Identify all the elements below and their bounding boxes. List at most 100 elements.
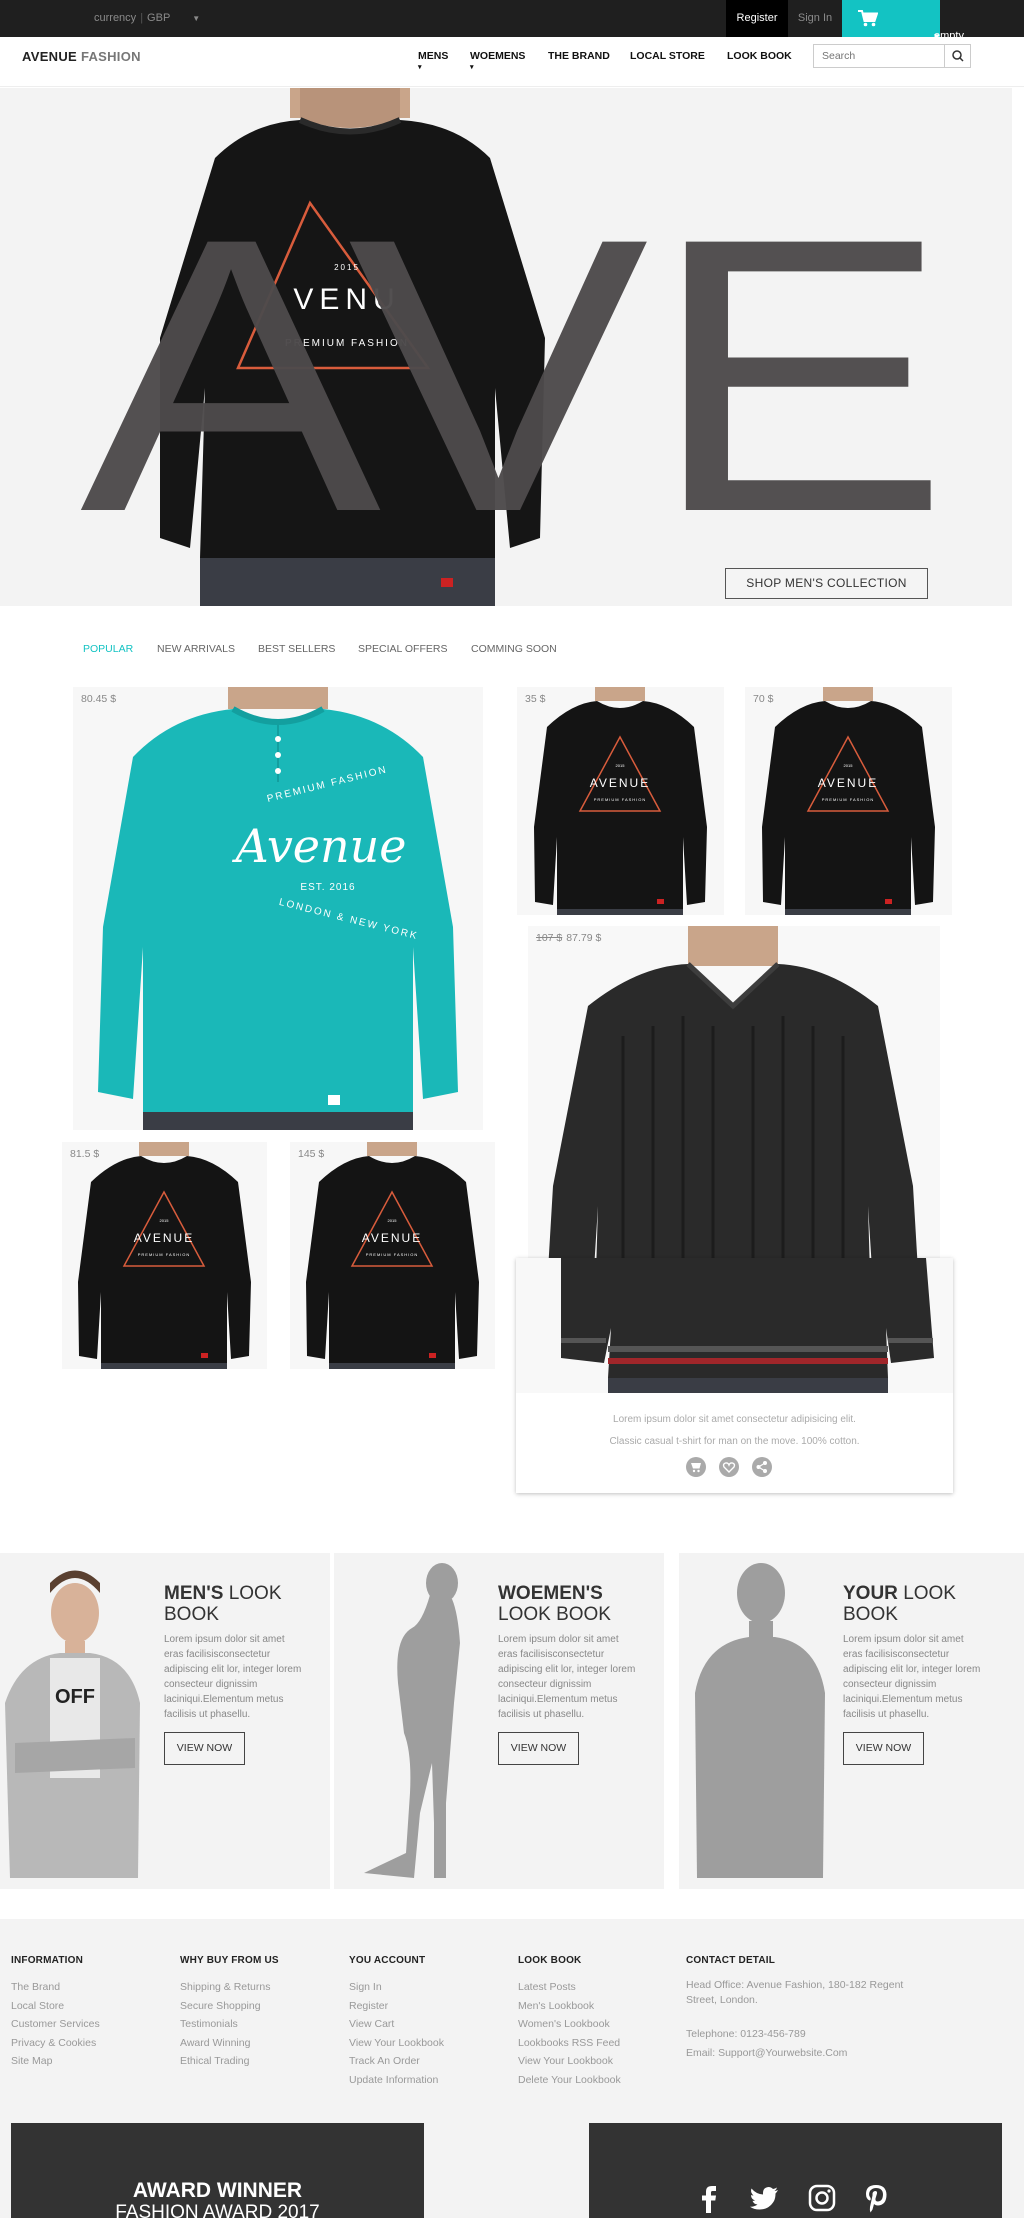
footer-link[interactable]: Latest Posts bbox=[518, 1978, 621, 1997]
footer-column-look-book: LOOK BOOK Latest Posts Men's Lookbook Wo… bbox=[518, 1955, 621, 2089]
chevron-down-icon: ▼ bbox=[192, 14, 201, 23]
womens-lookbook-panel: WOEMEN'S LOOK BOOK Lorem ipsum dolor sit… bbox=[334, 1553, 664, 1889]
footer-link[interactable]: Ethical Trading bbox=[180, 2052, 279, 2071]
footer-link[interactable]: Award Winning bbox=[180, 2034, 279, 2053]
view-womens-lookbook-button[interactable]: VIEW NOW bbox=[498, 1732, 579, 1765]
tab-best-sellers[interactable]: BEST SELLERS bbox=[258, 643, 335, 655]
svg-text:2015: 2015 bbox=[388, 1218, 398, 1223]
cart-button[interactable]: empty▾ bbox=[842, 0, 964, 43]
mens-model-image: OFF bbox=[5, 1570, 140, 1878]
svg-text:AVENUE: AVENUE bbox=[590, 776, 650, 790]
product-card[interactable]: 145 $ 2015 AVENUE PREMIUM FASHION bbox=[290, 1142, 495, 1369]
wishlist-button[interactable] bbox=[719, 1457, 739, 1477]
instagram-icon[interactable] bbox=[807, 2183, 837, 2213]
tab-special-offers[interactable]: SPECIAL OFFERS bbox=[358, 643, 447, 655]
shop-mens-collection-button[interactable]: SHOP MEN'S COLLECTION bbox=[725, 568, 928, 599]
lookbook-title: YOUR LOOK BOOK bbox=[843, 1583, 956, 1625]
footer-link[interactable]: The Brand bbox=[11, 1978, 100, 1997]
svg-text:AVENUE: AVENUE bbox=[134, 1231, 194, 1245]
svg-text:PREMIUM FASHION: PREMIUM FASHION bbox=[366, 1252, 419, 1257]
hero-big-letters: AVE bbox=[80, 157, 950, 593]
black-tee-image: 2015 AVENUE PREMIUM FASHION bbox=[78, 1142, 251, 1369]
dropdown-caret-icon: ▾ bbox=[418, 64, 422, 71]
contact-email[interactable]: Email: Support@Yourwebsite.Com bbox=[686, 2044, 906, 2063]
teal-henley-image: PREMIUM FASHION Avenue EST. 2016 LONDON … bbox=[98, 687, 458, 1130]
search-button[interactable] bbox=[944, 45, 970, 67]
currency-label: currency bbox=[94, 12, 137, 24]
pinterest-icon[interactable] bbox=[863, 2183, 889, 2213]
womens-silhouette-image bbox=[364, 1563, 460, 1878]
product-price: 145 $ bbox=[298, 1148, 325, 1160]
svg-text:PREMIUM FASHION: PREMIUM FASHION bbox=[594, 797, 647, 802]
share-button[interactable] bbox=[752, 1457, 772, 1477]
footer-link[interactable]: Privacy & Cookies bbox=[11, 2034, 100, 2053]
svg-text:PREMIUM FASHION: PREMIUM FASHION bbox=[138, 1252, 191, 1257]
footer-link[interactable]: Customer Services bbox=[11, 2015, 100, 2034]
site-logo[interactable]: AVENUE FASHION bbox=[22, 49, 141, 64]
award-banner: AWARD WINNER FASHION AWARD 2017 bbox=[11, 2123, 424, 2223]
award-title: AWARD WINNER bbox=[132, 2179, 303, 2202]
search-box bbox=[813, 44, 971, 68]
footer-link[interactable]: Secure Shopping bbox=[180, 1997, 279, 2016]
footer-link[interactable]: Site Map bbox=[11, 2052, 100, 2071]
tab-new-arrivals[interactable]: NEW ARRIVALS bbox=[157, 643, 235, 655]
cart-icon bbox=[858, 10, 878, 27]
footer-link[interactable]: Shipping & Returns bbox=[180, 1978, 279, 1997]
footer-heading: LOOK BOOK bbox=[518, 1955, 582, 1966]
nav-item-mens[interactable]: MENS ▾ bbox=[418, 50, 448, 72]
search-input[interactable] bbox=[814, 45, 942, 67]
footer-link[interactable]: Testimonials bbox=[180, 2015, 279, 2034]
product-card[interactable]: 70 $ 2015 AVENUE PREMIUM FASHION bbox=[745, 687, 952, 915]
award-subtitle: FASHION AWARD 2017 bbox=[115, 2202, 320, 2223]
twitter-icon[interactable] bbox=[749, 2183, 779, 2213]
footer-link[interactable]: Local Store bbox=[11, 1997, 100, 2016]
footer-link[interactable]: View Cart bbox=[349, 2015, 444, 2034]
view-your-lookbook-button[interactable]: VIEW NOW bbox=[843, 1732, 924, 1765]
mens-lookbook-panel: OFF MEN'S LOOK BOOK Lorem ipsum dolor si… bbox=[0, 1553, 330, 1889]
footer-link[interactable]: Update Information bbox=[349, 2071, 444, 2090]
footer-link[interactable]: Women's Lookbook bbox=[518, 2015, 621, 2034]
nav-item-local-store[interactable]: LOCAL STORE bbox=[630, 50, 705, 62]
product-card[interactable]: 81.5 $ 2015 AVENUE PREMIUM FASHION bbox=[62, 1142, 267, 1369]
footer-link[interactable]: Sign In bbox=[349, 1978, 444, 1997]
old-price: 107 $ bbox=[536, 932, 563, 944]
contact-telephone: Telephone: 0123-456-789 bbox=[686, 2028, 806, 2040]
featured-product-detail: Lorem ipsum dolor sit amet consectetur a… bbox=[516, 1258, 953, 1493]
add-to-cart-button[interactable] bbox=[686, 1457, 706, 1477]
svg-text:PREMIUM FASHION: PREMIUM FASHION bbox=[822, 797, 875, 802]
footer-link[interactable]: Lookbooks RSS Feed bbox=[518, 2034, 621, 2053]
black-tee-image: 2015 AVENUE PREMIUM FASHION bbox=[534, 687, 707, 915]
black-tee-image: 2015 AVENUE PREMIUM FASHION bbox=[306, 1142, 479, 1369]
footer-link[interactable]: Delete Your Lookbook bbox=[518, 2071, 621, 2090]
nav-item-womens[interactable]: WOEMENS ▾ bbox=[470, 50, 525, 72]
nav-item-the-brand[interactable]: THE BRAND bbox=[548, 50, 610, 62]
contact-address: Head Office: Avenue Fashion, 180-182 Reg… bbox=[686, 1979, 904, 2006]
dropdown-caret-icon: ▾ bbox=[470, 64, 474, 71]
sweater-hem-image bbox=[516, 1258, 953, 1393]
footer-link[interactable]: Men's Lookbook bbox=[518, 1997, 621, 2016]
product-price: 70 $ bbox=[753, 693, 774, 705]
currency-value: GBP bbox=[147, 12, 171, 24]
black-tee-image: 2015 AVENUE PREMIUM FASHION bbox=[762, 687, 935, 915]
product-price: 107 $87.79 $ bbox=[536, 932, 602, 944]
footer-link[interactable]: Track An Order bbox=[349, 2052, 444, 2071]
product-tabs: POPULAR NEW ARRIVALS BEST SELLERS SPECIA… bbox=[0, 643, 1024, 659]
share-icon bbox=[756, 1461, 767, 1473]
footer-link[interactable]: View Your Lookbook bbox=[349, 2034, 444, 2053]
footer-link[interactable]: Register bbox=[349, 1997, 444, 2016]
footer-link[interactable]: View Your Lookbook bbox=[518, 2052, 621, 2071]
product-card[interactable]: 80.45 $ PREMIUM FASHION Avenue EST. 2016… bbox=[73, 687, 483, 1130]
view-mens-lookbook-button[interactable]: VIEW NOW bbox=[164, 1732, 245, 1765]
product-price: 80.45 $ bbox=[81, 693, 117, 705]
product-card[interactable]: 35 $ 2015 AVENUE PREMIUM FASHION bbox=[517, 687, 724, 915]
facebook-icon[interactable] bbox=[697, 2183, 721, 2213]
register-link[interactable]: Register bbox=[726, 0, 788, 37]
tab-popular[interactable]: POPULAR bbox=[83, 643, 133, 655]
sign-in-link[interactable]: Sign In bbox=[788, 0, 842, 37]
currency-selector[interactable]: currency | GBP ▼ bbox=[94, 12, 200, 24]
nav-item-look-book[interactable]: LOOK BOOK bbox=[727, 50, 792, 62]
lookbook-title: MEN'S LOOK BOOK bbox=[164, 1583, 282, 1625]
tab-coming-soon[interactable]: COMMING SOON bbox=[471, 643, 557, 655]
footer-column-why-buy: WHY BUY FROM US Shipping & Returns Secur… bbox=[180, 1955, 279, 2071]
print-est: EST. 2016 bbox=[300, 882, 355, 893]
